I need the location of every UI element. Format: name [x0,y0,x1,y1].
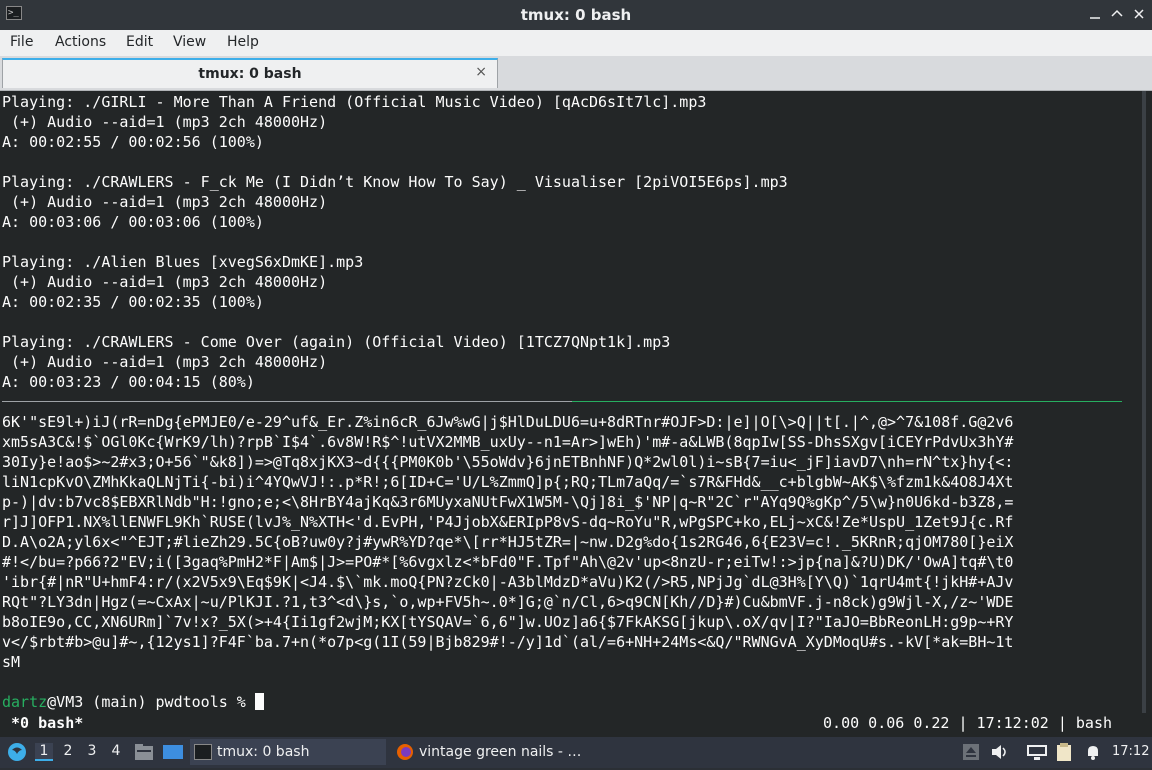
text-cursor [254,693,264,710]
terminal-line: Playing: ./CRAWLERS - F_ck Me (I Didn’t … [2,173,788,191]
random-line: 6K'"sE9l+)iJ(rR=nDg{ePMJE0/e-29^uf&_Er.Z… [2,413,1014,431]
random-line: RQt"?LY3dn|Hgz(=~CxAx|~u/PlKJI.?1,t3^<d\… [2,593,1014,611]
menu-actions[interactable]: Actions [55,34,106,50]
task-label: tmux: 0 bash [217,744,310,760]
random-line: v</$rbt#b>@u]#~,{12ys1]?F4F`ba.7+n(*o7p<… [2,633,1014,651]
tmux-statusbar: *0 bash* 0.00 0.06 0.22 | 17:12:02 | bas… [0,713,1152,733]
desktop-icon[interactable] [162,742,184,766]
notification-icon[interactable] [1084,743,1102,765]
random-line: liN1cpKvO\ZMhKkaQLNjTi{-bi)i^4YQwVJ!:.p*… [2,473,1014,491]
workspace-4[interactable]: 4 [107,743,125,759]
menu-file[interactable]: File [10,34,33,50]
workspace-1[interactable]: 1 [35,743,53,761]
random-line: D.A\o2A;yl6x<"^EJT;#lieZh29.5C{oB?uw0y?j… [2,533,1014,551]
clipboard-icon[interactable] [1054,742,1074,766]
terminal-line: (+) Audio --aid=1 (mp3 2ch 48000Hz) [2,193,328,211]
tmux-window-list[interactable]: *0 bash* [2,713,83,733]
taskbar: 1 2 3 4 tmux: 0 bash vintage green nails… [0,737,1152,768]
terminal-view[interactable]: Playing: ./GIRLI - More Than A Friend (O… [0,91,1152,737]
random-line: xm5sA3C&!$`OGl0Kc{WrK9/lh)?rpB`I$4`.6v8W… [2,433,1014,451]
menu-edit[interactable]: Edit [126,34,153,50]
terminal-line: A: 00:03:06 / 00:03:06 (100%) [2,213,264,231]
menu-bar: File Actions Edit View Help [0,30,1152,56]
workspace-3[interactable]: 3 [83,743,101,759]
terminal-scrollbar[interactable] [1124,91,1152,717]
prompt-rest: @VM3 (main) pwdtools % [47,693,255,711]
random-line: sM [2,653,21,671]
file-manager-icon[interactable] [134,742,154,766]
random-line: r]J]OFP1.NX%llENWFL9Kh`RUSE(lvJ%_N%XTH<'… [2,513,1014,531]
random-line: 30Iy}e!ao$>~2#x3;O+56`"&k8])=>@Tq8xjKX3~… [2,453,1014,471]
volume-icon[interactable] [990,743,1010,765]
prompt-user: dartz [2,693,48,711]
terminal-line: A: 00:02:55 / 00:02:56 (100%) [2,133,264,151]
window-title: tmux: 0 bash [520,6,632,24]
clock[interactable]: 17:12 [1112,744,1149,759]
tab-label: tmux: 0 bash [198,66,302,82]
terminal-icon [194,744,212,760]
maximize-icon[interactable] [1108,5,1126,23]
tab-close-icon[interactable]: × [475,64,487,80]
terminal-line: Playing: ./GIRLI - More Than A Friend (O… [2,93,707,111]
terminal-line: Playing: ./Alien Blues [xvegS6xDmKE].mp3 [2,253,364,271]
random-line: 'ibr{#|nR"U+hmF4:r/(x2V5x9\Eq$9K|<J4.$\`… [2,573,1014,591]
start-menu-icon[interactable] [6,741,28,767]
tab-tmux[interactable]: tmux: 0 bash × [2,58,498,88]
terminal-line: (+) Audio --aid=1 (mp3 2ch 48000Hz) [2,273,328,291]
pane-separator[interactable] [2,401,1122,402]
window-titlebar[interactable]: >_ tmux: 0 bash [0,0,1152,30]
menu-help[interactable]: Help [227,34,259,50]
terminal-line: A: 00:02:35 / 00:02:35 (100%) [2,293,264,311]
tmux-status-right: 0.00 0.06 0.22 | 17:12:02 | bash [823,714,1112,732]
menu-view[interactable]: View [173,34,206,50]
random-line: #!</bu=?p66?2"EV;i([3gaq%PmH2*F|Am$|J>=P… [2,553,1014,571]
minimize-icon[interactable] [1086,5,1104,23]
task-firefox[interactable]: vintage green nails - … [393,739,593,765]
workspace-2[interactable]: 2 [59,743,77,759]
shell-prompt[interactable]: dartz@VM3 (main) pwdtools % [2,692,264,712]
close-icon[interactable] [1130,5,1148,23]
task-label: vintage green nails - … [419,744,582,760]
terminal-line: Playing: ./CRAWLERS - Come Over (again) … [2,333,671,351]
terminal-line: A: 00:03:23 / 00:04:15 (80%) [2,373,255,391]
firefox-icon [396,743,414,770]
terminal-line: (+) Audio --aid=1 (mp3 2ch 48000Hz) [2,113,328,131]
random-line: p-)|dv:b7vc8$EBXRlNdb"H:!gno;e;<\8HrBY4a… [2,493,1014,511]
task-terminal[interactable]: tmux: 0 bash [190,739,386,765]
network-icon[interactable] [1026,743,1048,765]
random-line: b8oIE9o,CC,XN6URm]`7v!x?_5X(>+4{Ii1gf2wj… [2,613,1014,631]
terminal-line: (+) Audio --aid=1 (mp3 2ch 48000Hz) [2,353,328,371]
tab-bar: tmux: 0 bash × [0,56,1152,91]
eject-icon[interactable] [962,743,980,765]
